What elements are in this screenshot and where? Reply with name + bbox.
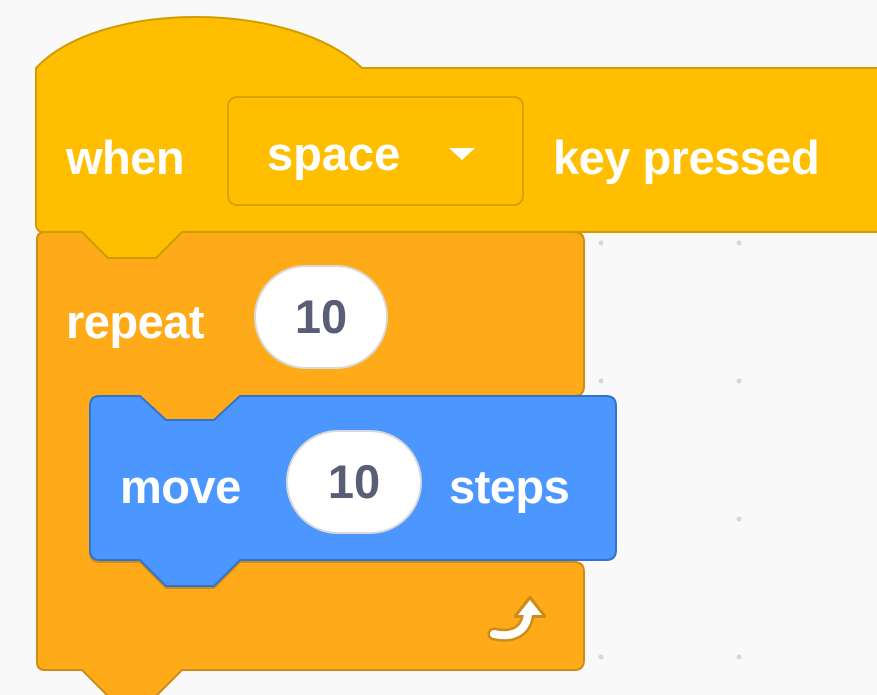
chevron-down-icon[interactable] <box>449 148 475 160</box>
repeat-count-input[interactable]: 10 <box>254 265 388 369</box>
when-label: when <box>66 131 185 184</box>
code-workspace[interactable]: when space key pressed repeat 10 move 10… <box>0 0 877 695</box>
move-steps-input[interactable]: 10 <box>286 430 422 534</box>
repeat-arrow-icon <box>487 596 546 642</box>
key-dropdown-value: space <box>267 127 401 180</box>
repeat-label: repeat <box>66 295 205 348</box>
move-label: move <box>120 460 241 513</box>
steps-label: steps <box>449 460 570 513</box>
key-dropdown[interactable]: space <box>227 96 524 206</box>
key-pressed-label: key pressed <box>553 131 820 184</box>
